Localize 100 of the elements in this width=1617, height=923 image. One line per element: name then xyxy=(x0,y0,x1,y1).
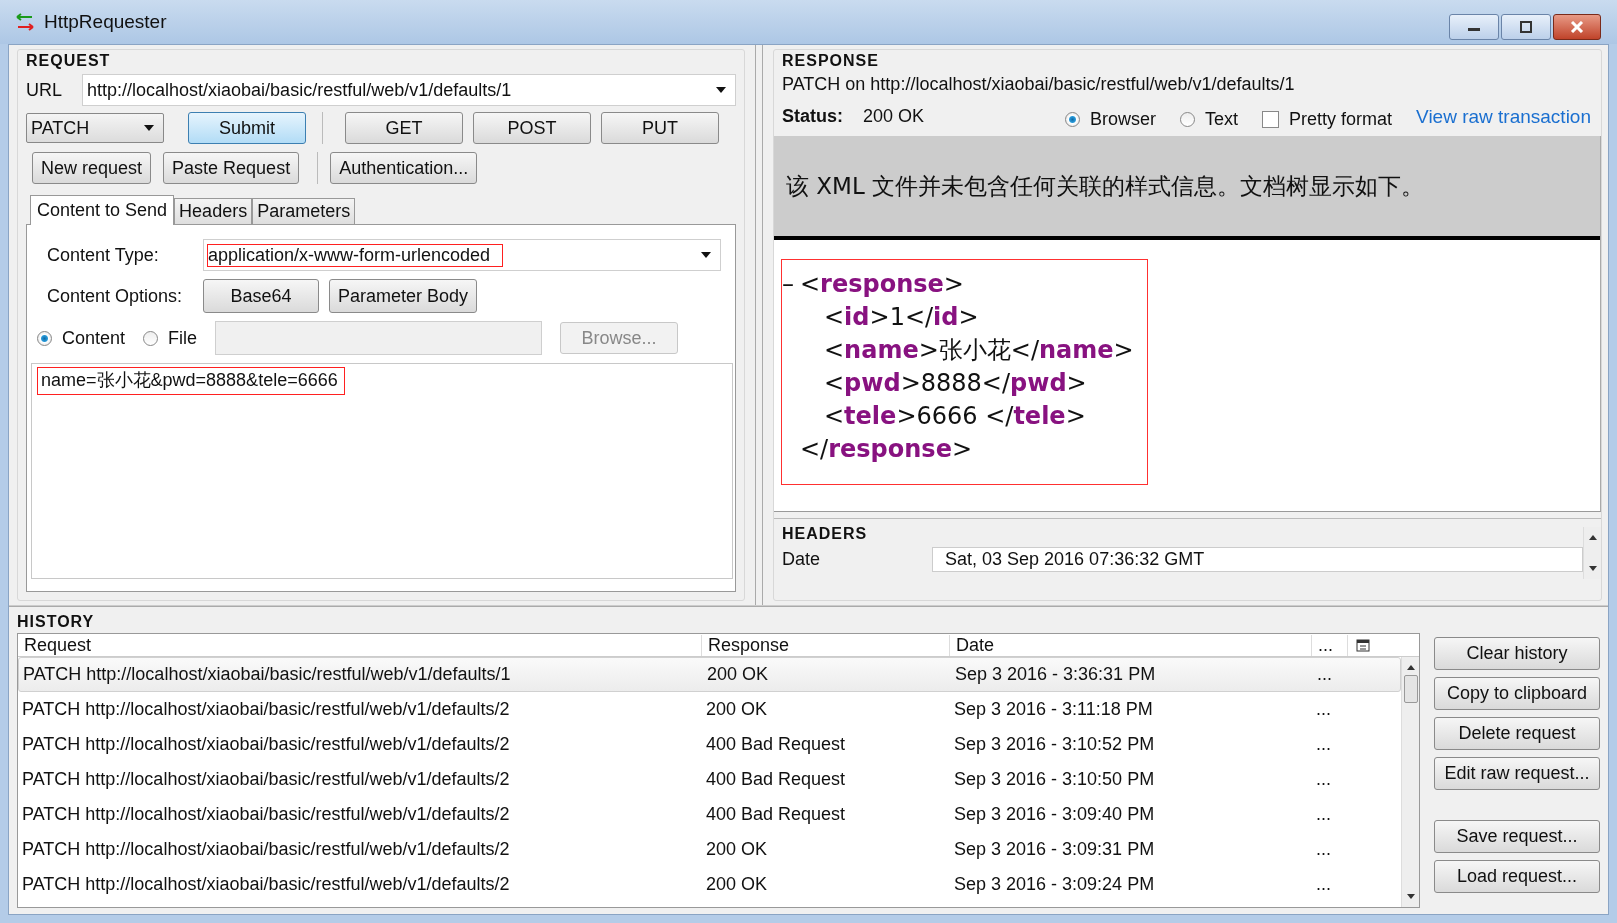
table-cell-text: Sep 3 2016 - 3:10:52 PM xyxy=(953,734,1156,755)
table-cell-text: 200 OK xyxy=(706,664,770,685)
content-type-dropdown[interactable]: application/x-www-form-urlencoded xyxy=(203,239,721,271)
table-cell-text: PATCH http://localhost/xiaobai/basic/restful/web/v1/defaults/2 xyxy=(21,734,511,755)
table-cell-text: ... xyxy=(1315,699,1332,720)
history-action-button[interactable]: Load request... xyxy=(1434,860,1600,893)
table-cell-text: 200 OK xyxy=(705,874,769,895)
content-option-button[interactable]: Parameter Body xyxy=(329,279,478,313)
history-row[interactable]: PATCH http://localhost/xiaobai/basic/restful/web/v1/defaults/2 200 OK Sep 3 2016 - 3:11:18 PM ... xyxy=(18,692,1401,727)
table-cell-text: 200 OK xyxy=(705,839,769,860)
history-row[interactable]: PATCH http://localhost/xiaobai/basic/restful/web/v1/defaults/2 400 Bad Request Sep 3 2016 - 3:10:52 PM ... xyxy=(18,727,1401,762)
up-arrow-icon xyxy=(1587,533,1598,541)
down-arrow-icon xyxy=(1587,565,1598,573)
pretty-format-checkbox[interactable]: Pretty format xyxy=(1262,109,1393,130)
close-icon xyxy=(1570,21,1584,33)
table-cell-text: ... xyxy=(1316,664,1333,685)
content-options-label: Content Options: xyxy=(47,285,184,307)
table-cell-text: PATCH http://localhost/xiaobai/basic/restful/web/v1/defaults/1 xyxy=(22,664,512,685)
tab[interactable]: Headers xyxy=(174,198,253,224)
source-radio[interactable]: Content xyxy=(37,327,126,349)
table-cell-text: Sep 3 2016 - 3:10:50 PM xyxy=(953,769,1156,790)
history-row[interactable]: PATCH http://localhost/xiaobai/basic/restful/web/v1/defaults/1 200 OK Sep 3 2016 - 3:36:31 PM ... xyxy=(18,657,1401,692)
response-summary: PATCH on http://localhost/xiaobai/basic/restful/web/v1/defaults/1 xyxy=(782,74,1296,95)
table-cell-text: 400 Bad Request xyxy=(705,804,847,825)
column-header[interactable]: Request xyxy=(18,634,702,656)
request-button[interactable]: POST xyxy=(473,112,591,144)
content-type-label: Content Type: xyxy=(47,244,160,266)
caret-icon xyxy=(143,124,155,132)
request-button[interactable]: Paste Request xyxy=(163,152,300,184)
tab[interactable]: Content to Send xyxy=(30,195,175,225)
table-cell-text: 400 Bad Request xyxy=(705,734,847,755)
file-path-field[interactable] xyxy=(215,321,543,355)
scroll-thumb[interactable] xyxy=(1403,675,1418,703)
history-action-button[interactable]: Copy to clipboard xyxy=(1434,677,1600,710)
minimize-button[interactable] xyxy=(1449,14,1499,40)
content-option-button[interactable]: Base64 xyxy=(203,279,319,313)
url-field[interactable]: http://localhost/xiaobai/basic/restful/web/v1/defaults/1 xyxy=(82,74,736,106)
body-text-area[interactable]: name=张小花&pwd=8888&tele=6666 xyxy=(31,363,733,579)
history-row[interactable]: PATCH http://localhost/xiaobai/basic/restful/web/v1/defaults/2 400 Bad Request Sep 3 2016 - 3:09:40 PM ... xyxy=(18,797,1401,832)
caret-icon xyxy=(700,251,712,259)
request-button[interactable]: Submit xyxy=(188,112,306,144)
table-cell-text: ... xyxy=(1315,874,1332,895)
xml-line: <pwd>8888</pwd> xyxy=(824,368,1087,399)
history-row[interactable]: PATCH http://localhost/xiaobai/basic/restful/web/v1/defaults/2 200 OK Sep 3 2016 - 3:09:31 PM ... xyxy=(18,832,1401,867)
table-cell-text: ... xyxy=(1315,734,1332,755)
xml-notice: 该 XML 文件并未包含任何关联的样式信息。文档树显示如下。 xyxy=(774,136,1600,240)
request-button[interactable]: GET xyxy=(345,112,463,144)
panel-heading: REQUEST xyxy=(26,52,112,70)
table-cell-text: ... xyxy=(1315,769,1332,790)
section-heading: HEADERS xyxy=(782,525,869,543)
table-cell-text: ... xyxy=(1315,839,1332,860)
table-cell-text: PATCH http://localhost/xiaobai/basic/restful/web/v1/defaults/2 xyxy=(21,804,511,825)
caret-icon xyxy=(715,86,727,94)
url-label: URL xyxy=(26,79,63,101)
source-radio[interactable]: File xyxy=(143,327,198,349)
window-title: HttpRequester xyxy=(44,11,167,33)
table-cell-text: PATCH http://localhost/xiaobai/basic/restful/web/v1/defaults/2 xyxy=(21,874,511,895)
tab[interactable]: Parameters xyxy=(252,198,356,224)
arrows-icon xyxy=(14,12,36,32)
history-action-button[interactable]: Save request... xyxy=(1434,820,1600,853)
panel-heading: RESPONSE xyxy=(782,52,880,70)
body-text: name=张小花&pwd=8888&tele=6666 xyxy=(38,368,344,394)
status-label: Status: xyxy=(782,106,843,127)
scrollbar[interactable] xyxy=(1401,657,1419,907)
header-value: Sat, 03 Sep 2016 07:36:32 GMT xyxy=(932,547,1583,572)
column-header[interactable]: ... xyxy=(1312,634,1348,656)
up-arrow-icon xyxy=(1405,663,1416,671)
table-cell-text: ... xyxy=(1315,804,1332,825)
raw-transaction-link[interactable]: View raw transaction xyxy=(1416,105,1591,128)
xml-line: <name>张小花</name> xyxy=(824,335,1134,366)
request-button[interactable]: PUT xyxy=(601,112,719,144)
collapse-toggle[interactable]: – xyxy=(782,268,800,301)
table-cell-text: 200 OK xyxy=(705,699,769,720)
header-name: Date xyxy=(782,549,822,570)
view-radio[interactable]: Text xyxy=(1180,109,1238,130)
history-row[interactable]: PATCH http://localhost/xiaobai/basic/restful/web/v1/defaults/2 200 OK Sep 3 2016 - 3:09:24 PM ... xyxy=(18,867,1401,902)
table-cell-text: Sep 3 2016 - 3:11:18 PM xyxy=(953,699,1154,720)
method-dropdown[interactable]: PATCH xyxy=(26,113,164,143)
column-header[interactable]: Response xyxy=(702,634,950,656)
request-button[interactable]: Authentication... xyxy=(330,152,478,184)
maximize-icon xyxy=(1519,21,1533,33)
status-value: 200 OK xyxy=(863,106,925,127)
maximize-button[interactable] xyxy=(1501,14,1551,40)
xml-line: <id>1</id> xyxy=(824,302,979,333)
history-row[interactable]: PATCH http://localhost/xiaobai/basic/restful/web/v1/defaults/2 400 Bad Request Sep 3 2016 - 3:10:50 PM ... xyxy=(18,762,1401,797)
table-cell-text: Sep 3 2016 - 3:09:31 PM xyxy=(953,839,1156,860)
history-action-button[interactable]: Edit raw request... xyxy=(1434,757,1600,790)
view-radio[interactable]: Browser xyxy=(1065,109,1156,130)
table-cell-text: Sep 3 2016 - 3:09:24 PM xyxy=(953,874,1156,895)
column-chooser-icon[interactable] xyxy=(1356,638,1370,652)
xml-line: <response> xyxy=(800,269,964,300)
history-action-button[interactable]: Clear history xyxy=(1434,637,1600,670)
close-button[interactable] xyxy=(1553,14,1601,40)
request-button[interactable]: New request xyxy=(32,152,152,184)
table-cell-text: Sep 3 2016 - 3:36:31 PM xyxy=(954,664,1157,685)
history-action-button[interactable]: Delete request xyxy=(1434,717,1600,750)
panel-heading: HISTORY xyxy=(17,613,96,631)
table-cell-text: PATCH http://localhost/xiaobai/basic/restful/web/v1/defaults/2 xyxy=(21,839,511,860)
column-header[interactable]: Date xyxy=(950,634,1312,656)
down-arrow-icon xyxy=(1405,893,1416,901)
